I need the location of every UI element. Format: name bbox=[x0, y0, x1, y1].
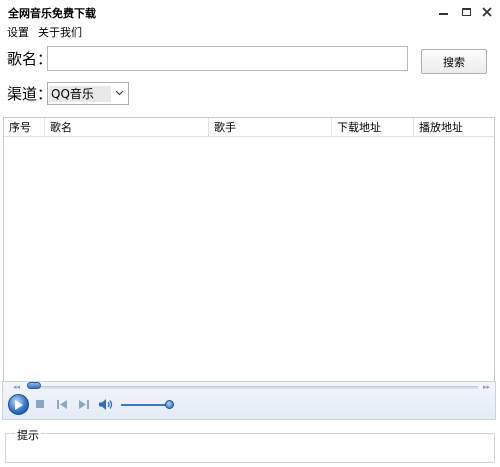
hint-group: 提示 bbox=[5, 427, 495, 463]
close-icon bbox=[482, 7, 492, 17]
column-header-singer[interactable]: 歌手 bbox=[209, 118, 332, 137]
seek-end-marker: ▸▸ bbox=[483, 383, 491, 391]
next-icon bbox=[79, 399, 89, 409]
stop-button[interactable] bbox=[34, 398, 46, 410]
volume-icon bbox=[99, 398, 113, 410]
channel-select[interactable]: QQ音乐 bbox=[47, 82, 129, 105]
chevron-down-icon bbox=[113, 86, 125, 100]
previous-button[interactable] bbox=[56, 398, 68, 410]
menu-settings[interactable]: 设置 bbox=[7, 24, 29, 40]
hint-label: 提示 bbox=[15, 427, 41, 443]
seek-start-marker: ◂◂ bbox=[13, 383, 21, 391]
next-button[interactable] bbox=[78, 398, 90, 410]
media-player: ◂◂ ▸▸ bbox=[2, 381, 496, 420]
minimize-button[interactable] bbox=[436, 5, 450, 19]
seek-bar[interactable] bbox=[28, 386, 478, 389]
title-bar: 全网音乐免费下载 bbox=[0, 0, 500, 24]
column-header-song-name[interactable]: 歌名 bbox=[45, 118, 209, 137]
maximize-button[interactable] bbox=[459, 5, 473, 19]
seek-thumb[interactable] bbox=[27, 382, 41, 389]
results-table[interactable]: 序号 歌名 歌手 下载地址 播放地址 bbox=[3, 117, 495, 384]
play-icon bbox=[15, 399, 23, 410]
search-button[interactable]: 搜索 bbox=[421, 49, 487, 74]
window-title: 全网音乐免费下载 bbox=[8, 7, 96, 20]
previous-icon bbox=[57, 399, 67, 409]
maximize-icon bbox=[461, 8, 471, 16]
column-header-download-url[interactable]: 下载地址 bbox=[332, 118, 414, 137]
menu-about-us[interactable]: 关于我们 bbox=[38, 24, 82, 40]
minimize-icon bbox=[438, 12, 448, 15]
channel-label: 渠道： bbox=[7, 85, 53, 103]
song-name-input[interactable] bbox=[47, 46, 408, 71]
column-header-index[interactable]: 序号 bbox=[4, 118, 45, 137]
volume-button[interactable] bbox=[99, 398, 113, 410]
column-header-play-url[interactable]: 播放地址 bbox=[414, 118, 494, 137]
volume-slider-thumb[interactable] bbox=[165, 400, 174, 409]
song-name-label: 歌名： bbox=[7, 50, 53, 68]
table-header: 序号 歌名 歌手 下载地址 播放地址 bbox=[4, 118, 494, 137]
play-button[interactable] bbox=[8, 394, 29, 415]
close-button[interactable] bbox=[480, 5, 494, 19]
stop-icon bbox=[36, 400, 44, 408]
channel-selected-value: QQ音乐 bbox=[49, 86, 111, 102]
